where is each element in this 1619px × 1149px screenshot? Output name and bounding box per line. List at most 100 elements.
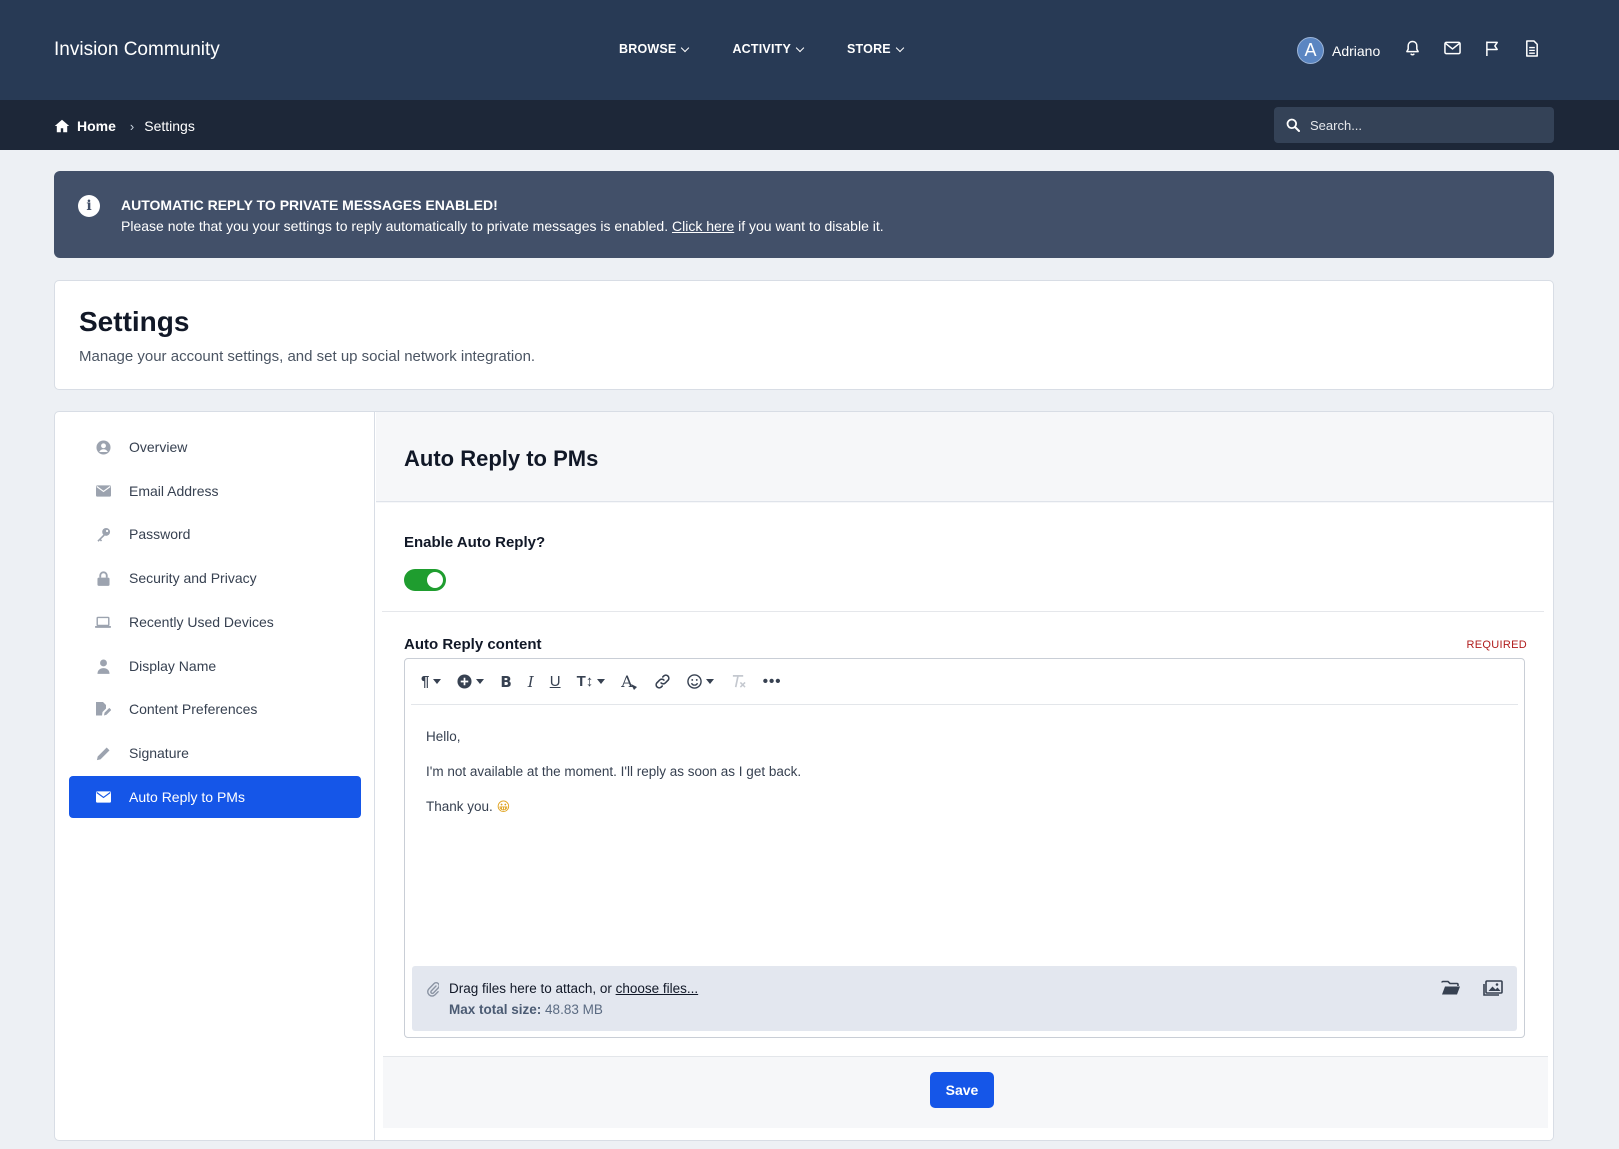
user-menu[interactable]: A Adriano <box>1297 37 1380 64</box>
alert-body-text-after: if you want to disable it. <box>738 218 884 234</box>
nav-activity-label: ACTIVITY <box>732 42 791 56</box>
sidebar-item-label: Display Name <box>129 658 217 674</box>
bold-icon[interactable]: B <box>500 668 511 696</box>
site-brand[interactable]: Invision Community <box>54 39 220 61</box>
settings-panel: Overview Email Address Password Security… <box>54 411 1554 1141</box>
paperclip-icon <box>427 981 440 1000</box>
sidebar-item-label: Recently Used Devices <box>129 614 274 630</box>
page-description: Manage your account settings, and set up… <box>79 348 536 365</box>
settings-sidebar: Overview Email Address Password Security… <box>55 412 375 1140</box>
nav-activity[interactable]: ACTIVITY <box>732 42 805 56</box>
enable-auto-reply-label: Enable Auto Reply? <box>404 534 546 551</box>
editor-line: Hello, <box>426 729 461 744</box>
sidebar-item-content-preferences[interactable]: Content Preferences <box>69 688 361 730</box>
sidebar-item-signature[interactable]: Signature <box>69 732 361 774</box>
home-icon[interactable] <box>54 119 70 133</box>
chevron-down-icon <box>795 43 805 52</box>
insert-icon[interactable] <box>457 668 485 696</box>
search-box[interactable] <box>1274 107 1554 143</box>
main-nav: BROWSE ACTIVITY STORE <box>619 42 947 56</box>
content-header: Auto Reply to PMs <box>376 412 1553 502</box>
username: Adriano <box>1332 42 1381 59</box>
attachment-dropzone[interactable]: Drag files here to attach, or choose fil… <box>412 966 1517 1031</box>
form-footer: Save <box>383 1056 1548 1128</box>
text-color-icon[interactable]: A <box>621 668 638 696</box>
alert-body-text: Please note that you your settings to re… <box>121 218 669 234</box>
remove-format-icon[interactable] <box>730 668 747 696</box>
enable-auto-reply-toggle[interactable] <box>404 569 446 591</box>
editor-toolbar: ¶ B I U T↕ A ••• <box>411 659 1518 705</box>
max-size-value: 48.83 MB <box>545 1002 603 1017</box>
editor-line-text: Thank you. <box>426 799 493 814</box>
sidebar-item-security[interactable]: Security and Privacy <box>69 557 361 599</box>
divider <box>382 611 1544 612</box>
max-size-info: Max total size: 48.83 MB <box>449 1002 603 1017</box>
sidebar-item-auto-reply[interactable]: Auto Reply to PMs <box>69 776 361 818</box>
alert-disable-link[interactable]: Click here <box>672 218 734 234</box>
paragraph-icon[interactable]: ¶ <box>421 668 442 696</box>
italic-icon[interactable]: I <box>528 668 534 696</box>
save-button[interactable]: Save <box>930 1072 994 1108</box>
sidebar-item-devices[interactable]: Recently Used Devices <box>69 601 361 643</box>
file-edit-icon <box>95 701 111 717</box>
auto-reply-content-label: Auto Reply content <box>404 636 542 653</box>
sidebar-item-label: Signature <box>129 745 189 761</box>
chevron-down-icon <box>681 43 690 52</box>
envelope-icon[interactable] <box>1443 38 1461 58</box>
header-icons <box>1403 38 1541 58</box>
max-size-label: Max total size: <box>449 1002 542 1017</box>
bell-icon[interactable] <box>1403 38 1421 58</box>
text-size-icon[interactable]: T↕ <box>577 668 606 696</box>
editor-line: Thank you. 😀 <box>426 799 801 816</box>
laptop-icon <box>95 614 111 630</box>
chevron-right-icon: › <box>129 118 135 134</box>
breadcrumb-home[interactable]: Home <box>77 118 116 134</box>
underline-icon[interactable]: U <box>550 668 561 696</box>
editor-content[interactable]: Hello, I'm not available at the moment. … <box>426 729 801 835</box>
sidebar-item-email[interactable]: Email Address <box>69 470 361 512</box>
lock-icon <box>95 570 111 586</box>
grinning-emoji-icon: 😀 <box>496 800 511 815</box>
sidebar-item-label: Security and Privacy <box>129 570 257 586</box>
link-icon[interactable] <box>654 668 671 696</box>
alert-title: AUTOMATIC REPLY TO PRIVATE MESSAGES ENAB… <box>121 197 498 213</box>
search-icon <box>1286 118 1300 132</box>
choose-files-link[interactable]: choose files... <box>616 981 699 996</box>
emoji-icon[interactable] <box>687 668 714 696</box>
user-icon <box>95 658 111 674</box>
more-icon[interactable]: ••• <box>763 668 782 696</box>
avatar: A <box>1297 37 1324 64</box>
pencil-icon <box>95 745 111 761</box>
image-icon[interactable] <box>1483 980 1503 999</box>
sidebar-item-password[interactable]: Password <box>69 513 361 555</box>
key-icon <box>95 526 111 542</box>
document-icon[interactable] <box>1523 38 1541 58</box>
breadcrumb: Home › Settings <box>54 118 195 134</box>
attach-instructions: Drag files here to attach, or choose fil… <box>449 981 698 996</box>
attach-text: Drag files here to attach, or <box>449 981 612 996</box>
sidebar-item-label: Overview <box>129 439 188 455</box>
info-icon: i <box>78 195 100 217</box>
sidebar-item-label: Auto Reply to PMs <box>129 789 245 805</box>
sidebar-item-label: Email Address <box>129 483 219 499</box>
sidebar-item-label: Content Preferences <box>129 701 258 717</box>
rich-text-editor[interactable]: ¶ B I U T↕ A ••• Hello, I'm not availabl… <box>404 658 1525 1038</box>
sidebar-item-label: Password <box>129 526 191 542</box>
envelope-icon <box>95 789 111 805</box>
nav-store[interactable]: STORE <box>847 42 905 56</box>
editor-line: I'm not available at the moment. I'll re… <box>426 764 802 779</box>
nav-browse-label: BROWSE <box>619 42 677 56</box>
section-title: Auto Reply to PMs <box>404 446 599 471</box>
envelope-icon <box>95 483 111 499</box>
user-circle-icon <box>95 439 111 455</box>
breadcrumb-current: Settings <box>144 118 195 134</box>
flag-icon[interactable] <box>1483 38 1501 58</box>
nav-browse[interactable]: BROWSE <box>619 42 690 56</box>
sidebar-item-overview[interactable]: Overview <box>69 426 361 468</box>
folder-open-icon[interactable] <box>1441 980 1461 999</box>
auto-reply-alert: i AUTOMATIC REPLY TO PRIVATE MESSAGES EN… <box>54 171 1554 258</box>
sidebar-item-display-name[interactable]: Display Name <box>69 645 361 687</box>
search-input[interactable] <box>1310 117 1550 133</box>
nav-store-label: STORE <box>847 42 891 56</box>
chevron-down-icon <box>895 43 905 52</box>
